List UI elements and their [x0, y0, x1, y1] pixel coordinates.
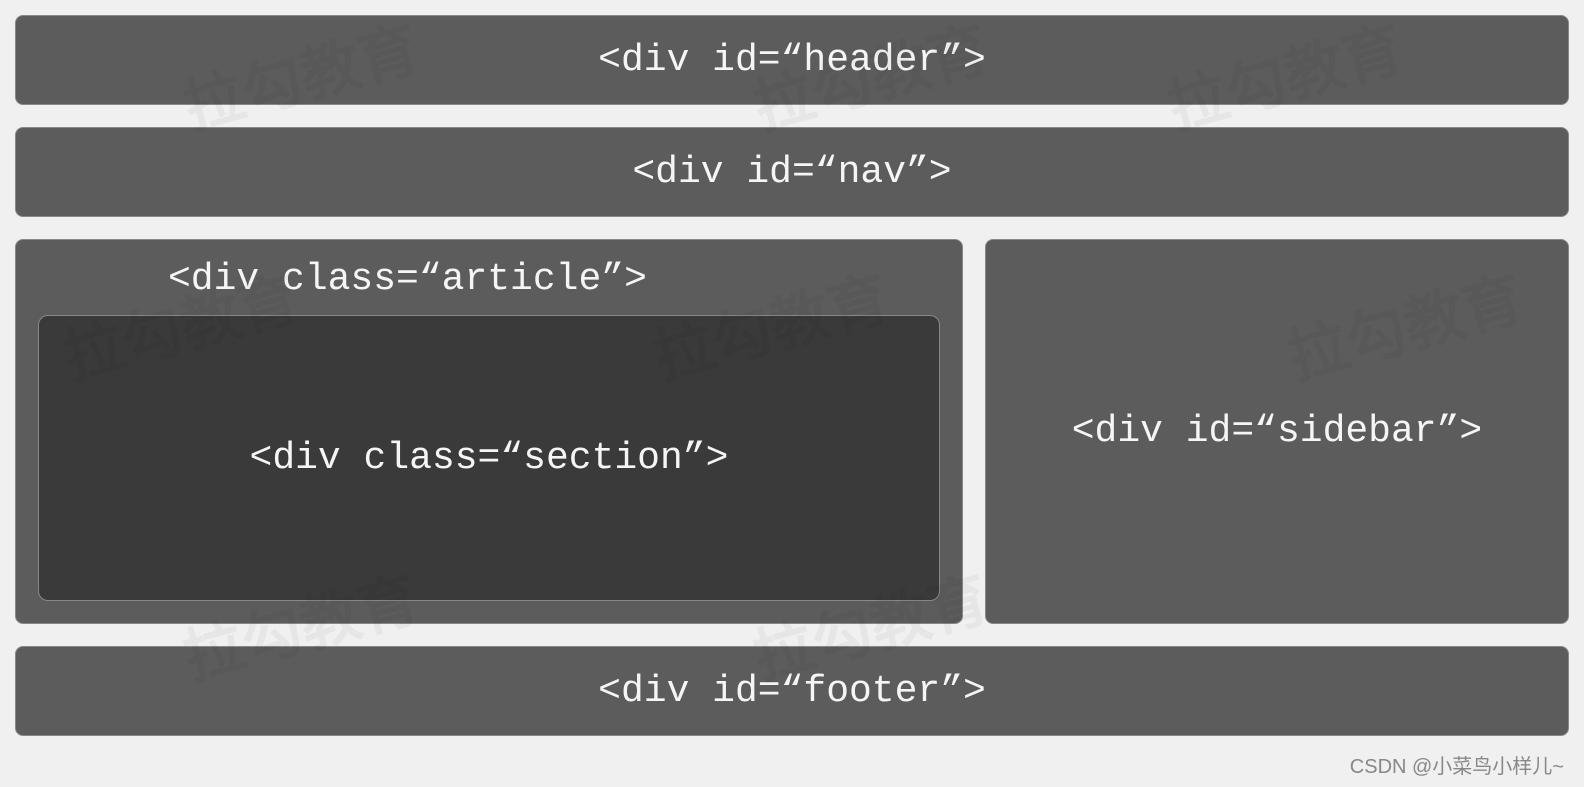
- attribution-text: CSDN @小菜鸟小样儿~: [1350, 750, 1564, 779]
- footer-label: <div id=“footer”>: [598, 670, 986, 713]
- sidebar-label: <div id=“sidebar”>: [1072, 410, 1482, 453]
- section-region: <div class=“section”>: [38, 315, 940, 601]
- middle-row: <div class=“article”> <div class=“sectio…: [15, 239, 1569, 624]
- section-label: <div class=“section”>: [250, 437, 729, 480]
- article-region: <div class=“article”> <div class=“sectio…: [15, 239, 963, 624]
- article-label: <div class=“article”>: [168, 258, 647, 301]
- sidebar-region: <div id=“sidebar”>: [985, 239, 1569, 624]
- header-region: <div id=“header”>: [15, 15, 1569, 105]
- nav-label: <div id=“nav”>: [632, 151, 951, 194]
- footer-region: <div id=“footer”>: [15, 646, 1569, 736]
- nav-region: <div id=“nav”>: [15, 127, 1569, 217]
- header-label: <div id=“header”>: [598, 39, 986, 82]
